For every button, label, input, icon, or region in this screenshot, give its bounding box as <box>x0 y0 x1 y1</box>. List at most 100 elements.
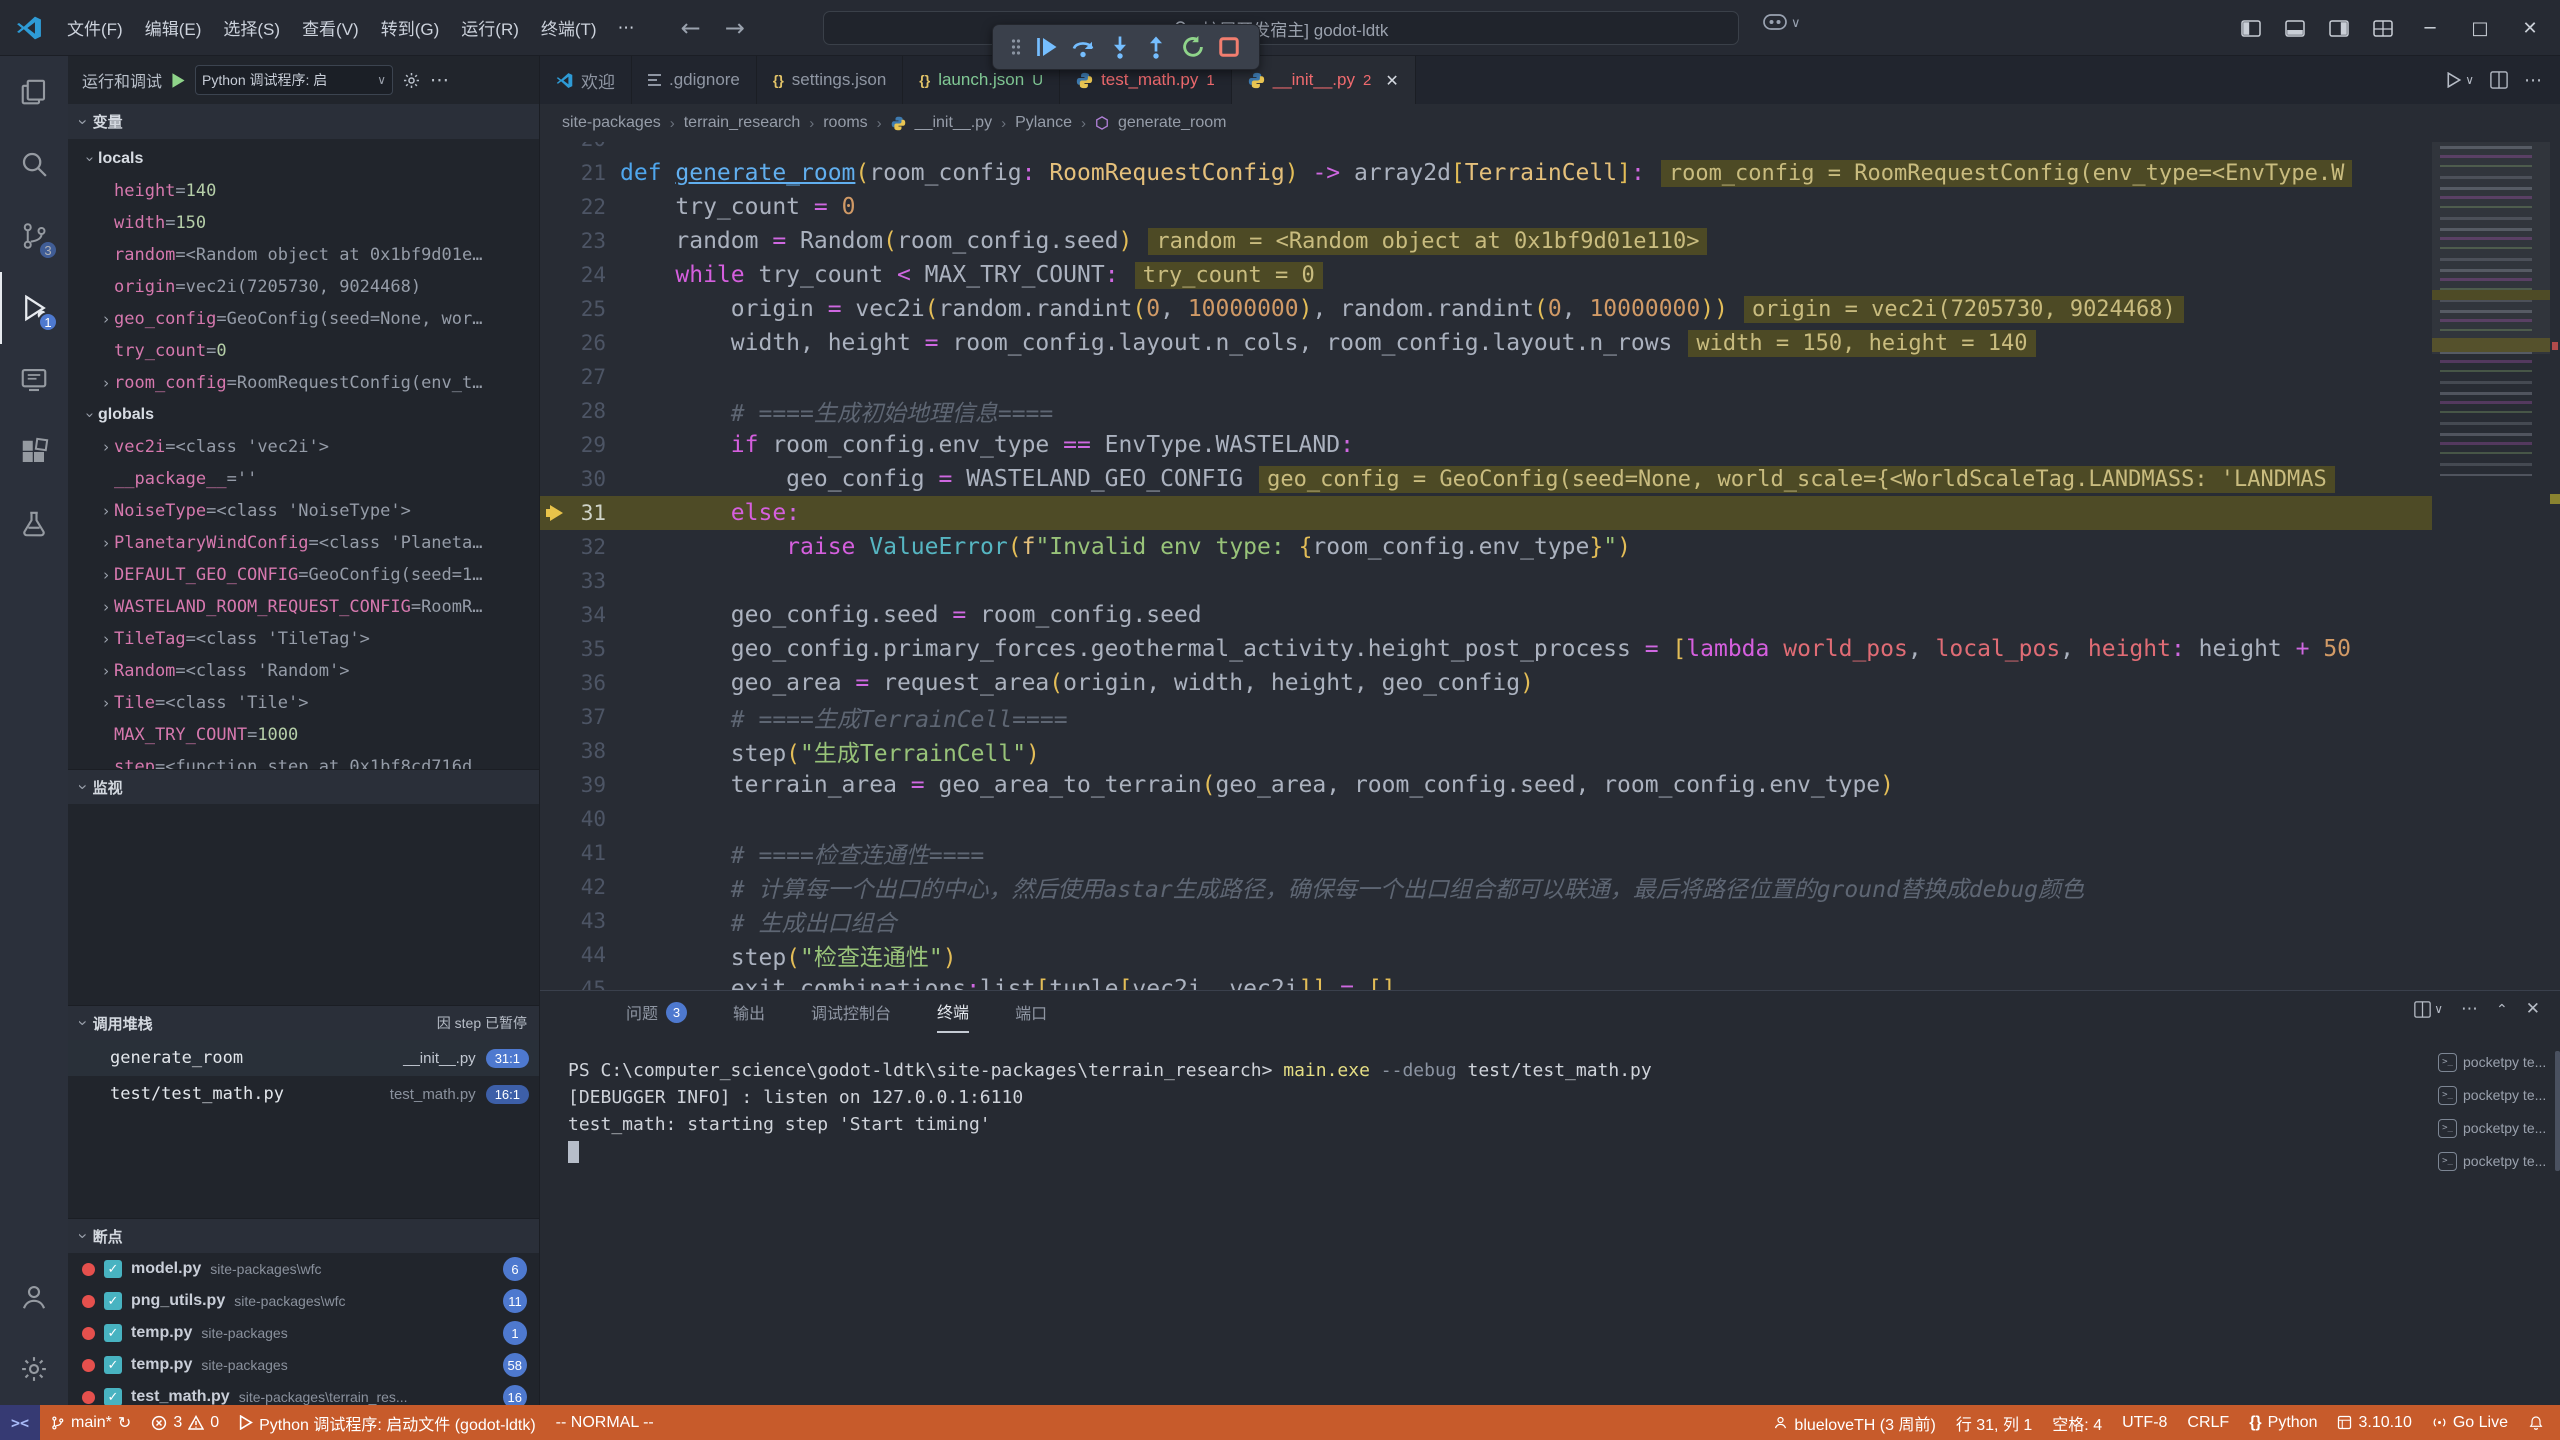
breakpoint-row[interactable]: ✓png_utils.pysite-packages\wfc11 <box>68 1285 539 1317</box>
debug-settings-gear-icon[interactable] <box>402 71 421 90</box>
variable-row[interactable]: ›TileTag = <class 'TileTag'> <box>68 623 539 655</box>
variables-group-globals[interactable]: ›globals <box>68 399 539 431</box>
extensions-icon[interactable] <box>0 416 68 488</box>
line-number[interactable]: 27 <box>540 365 620 389</box>
variable-row[interactable]: ›vec2i = <class 'vec2i'> <box>68 431 539 463</box>
search-icon[interactable] <box>0 128 68 200</box>
breakpoints-section-header[interactable]: › 断点 <box>68 1218 539 1253</box>
line-number[interactable]: 28 <box>540 399 620 423</box>
variable-row[interactable]: ›PlanetaryWindConfig = <class 'Planeta… <box>68 527 539 559</box>
variable-row[interactable]: MAX_TRY_COUNT = 1000 <box>68 719 539 751</box>
terminal-instance-item[interactable]: >_pocketpy te... <box>2438 1148 2554 1174</box>
panel-maximize-icon[interactable]: ⌃ <box>2496 1001 2508 1018</box>
variable-row[interactable]: ›geo_config = GeoConfig(seed=None, wor… <box>68 303 539 335</box>
cursor-position-item[interactable]: 行 31, 列 1 <box>1946 1411 2042 1435</box>
variable-row[interactable]: ›Random = <class 'Random'> <box>68 655 539 687</box>
variable-row[interactable]: height = 140 <box>68 175 539 207</box>
variable-row[interactable]: ›NoiseType = <class 'NoiseType'> <box>68 495 539 527</box>
stop-button[interactable] <box>1217 35 1241 59</box>
code-editor[interactable]: 2021def generate_room(room_config: RoomR… <box>540 142 2560 990</box>
variable-row[interactable]: random = <Random object at 0x1bf9d01e… <box>68 239 539 271</box>
line-number[interactable]: 24 <box>540 263 620 287</box>
line-number[interactable]: 41 <box>540 841 620 865</box>
code-line-34[interactable]: 34 geo_config.seed = room_config.seed <box>540 598 2432 632</box>
restart-button[interactable] <box>1181 35 1205 59</box>
tab-settings.json[interactable]: {}settings.json <box>757 56 903 104</box>
run-python-file-button[interactable]: ∨ <box>2446 72 2474 88</box>
line-number[interactable]: 37 <box>540 705 620 729</box>
breakpoint-checkbox[interactable]: ✓ <box>104 1260 122 1278</box>
terminal-instance-item[interactable]: >_pocketpy te... <box>2438 1115 2554 1141</box>
close-icon[interactable]: ✕ <box>1385 71 1398 90</box>
line-number[interactable]: 42 <box>540 875 620 899</box>
panel-tab-端口[interactable]: 端口 <box>1015 991 1047 1033</box>
remote-indicator[interactable]: >< <box>0 1405 40 1440</box>
sidebar-more-actions[interactable]: ⋯ <box>430 69 449 92</box>
breadcrumb-item-rooms[interactable]: rooms <box>823 114 867 132</box>
debug-session-item[interactable]: Python 调试程序: 启动文件 (godot-ldtk) <box>229 1411 546 1435</box>
breakpoint-row[interactable]: ✓temp.pysite-packages1 <box>68 1317 539 1349</box>
source-control-icon[interactable]: 3 <box>0 200 68 272</box>
code-line-27[interactable]: 27 <box>540 360 2432 394</box>
line-number[interactable]: 29 <box>540 433 620 457</box>
toggle-sidebar-icon[interactable] <box>2232 11 2270 45</box>
copilot-menu[interactable]: ∨ <box>1763 14 1801 31</box>
line-number[interactable]: 32 <box>540 535 620 559</box>
step-into-button[interactable] <box>1108 35 1132 59</box>
go-live-item[interactable]: Go Live <box>2422 1414 2518 1432</box>
line-number[interactable]: 33 <box>540 569 620 593</box>
line-number[interactable]: 34 <box>540 603 620 627</box>
explorer-icon[interactable] <box>0 56 68 128</box>
line-number[interactable]: 44 <box>540 943 620 967</box>
line-number[interactable]: 43 <box>540 909 620 933</box>
variable-row[interactable]: __package__ = '' <box>68 463 539 495</box>
eol-item[interactable]: CRLF <box>2177 1414 2239 1432</box>
breadcrumb-item-sitepackages[interactable]: site-packages <box>562 114 661 132</box>
breakpoint-checkbox[interactable]: ✓ <box>104 1356 122 1374</box>
language-mode-item[interactable]: {} Python <box>2239 1414 2327 1432</box>
breadcrumb-item-__init__py[interactable]: __init__.py <box>915 114 992 132</box>
menu-item-f[interactable]: 文件(F) <box>56 9 134 46</box>
breakpoint-checkbox[interactable]: ✓ <box>104 1388 122 1405</box>
code-line-28[interactable]: 28 # ====生成初始地理信息==== <box>540 394 2432 428</box>
line-number[interactable]: 26 <box>540 331 620 355</box>
notifications-bell-icon[interactable] <box>2518 1415 2560 1431</box>
split-editor-icon[interactable] <box>2490 71 2508 89</box>
maximize-button[interactable]: □ <box>2458 0 2502 56</box>
code-line-44[interactable]: 44 step("检查连通性") <box>540 938 2432 972</box>
menu-item-v[interactable]: 查看(V) <box>291 9 370 46</box>
code-line-38[interactable]: 38 step("生成TerrainCell") <box>540 734 2432 768</box>
tab-[interactable]: 欢迎 <box>540 56 632 104</box>
code-line-21[interactable]: 21def generate_room(room_config: RoomReq… <box>540 156 2432 190</box>
code-line-36[interactable]: 36 geo_area = request_area(origin, width… <box>540 666 2432 700</box>
breadcrumb-item-Pylance[interactable]: Pylance <box>1015 114 1072 132</box>
drag-handle-icon[interactable] <box>1011 38 1021 56</box>
callstack-section-header[interactable]: › 调用堆栈 因 step 已暂停 <box>68 1005 539 1040</box>
variable-row[interactable]: ›WASTELAND_ROOM_REQUEST_CONFIG = RoomR… <box>68 591 539 623</box>
callstack-frame[interactable]: test/test_math.pytest_math.py16:1 <box>68 1076 539 1112</box>
minimize-button[interactable]: ─ <box>2408 0 2452 56</box>
breakpoint-row[interactable]: ✓temp.pysite-packages58 <box>68 1349 539 1381</box>
breadcrumb[interactable]: site-packages›terrain_research›rooms›__i… <box>540 104 2560 142</box>
minimap[interactable] <box>2432 142 2550 990</box>
debug-config-dropdown[interactable]: Python 调试程序: 启 ∨ <box>195 65 393 95</box>
editor-more-actions[interactable]: ⋯ <box>2524 70 2542 91</box>
variable-row[interactable]: try_count = 0 <box>68 335 539 367</box>
testing-beaker-icon[interactable] <box>0 488 68 560</box>
variables-section-header[interactable]: › 变量 <box>68 104 539 139</box>
code-line-22[interactable]: 22 try_count = 0 <box>540 190 2432 224</box>
panel-tab-终端[interactable]: 终端 <box>937 991 969 1033</box>
python-version-item[interactable]: 3.10.10 <box>2327 1414 2421 1432</box>
command-center-search[interactable]: [扩展开发宿主] godot-ldtk <box>823 11 1739 45</box>
customize-layout-icon[interactable] <box>2364 11 2402 45</box>
terminal-instance-item[interactable]: >_pocketpy te... <box>2438 1049 2554 1075</box>
panel-tab-输出[interactable]: 输出 <box>733 991 765 1033</box>
code-line-33[interactable]: 33 <box>540 564 2432 598</box>
run-and-debug-icon[interactable]: 1 <box>0 272 68 344</box>
code-line-39[interactable]: 39 terrain_area = geo_area_to_terrain(ge… <box>540 768 2432 802</box>
menu-item-t[interactable]: 终端(T) <box>530 9 608 46</box>
remote-explorer-icon[interactable] <box>0 344 68 416</box>
terminal-instance-item[interactable]: >_pocketpy te... <box>2438 1082 2554 1108</box>
line-number[interactable]: 40 <box>540 807 620 831</box>
line-number[interactable]: 30 <box>540 467 620 491</box>
